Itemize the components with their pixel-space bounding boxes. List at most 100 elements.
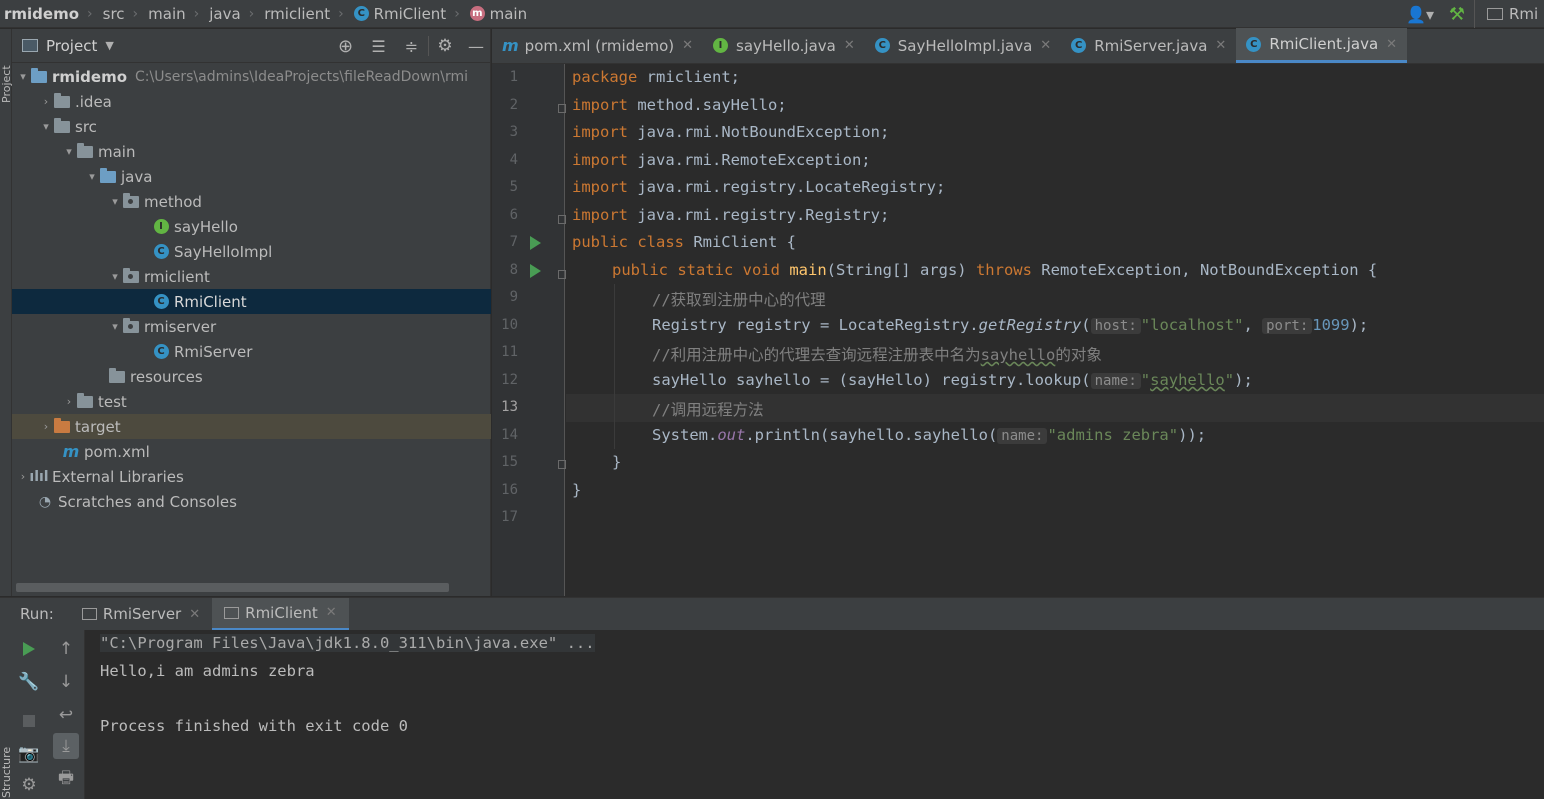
code-line: public static void main(String[] args) t…	[612, 261, 1378, 279]
code-line: import java.rmi.registry.Registry;	[572, 206, 890, 224]
breadcrumb-src[interactable]: src	[99, 0, 129, 28]
tree-item-resources[interactable]: resources	[12, 364, 491, 389]
tab-rmiserver-java[interactable]: C RmiServer.java ✕	[1061, 28, 1236, 63]
collapse-all-icon[interactable]: ≑	[395, 37, 428, 56]
chevron-down-icon[interactable]: ▾	[62, 145, 76, 158]
chevron-right-icon[interactable]: ›	[62, 395, 76, 408]
tree-item-method[interactable]: ▾ method	[12, 189, 491, 214]
tree-item-scratches[interactable]: ◔ Scratches and Consoles	[12, 489, 491, 514]
fold-icon[interactable]	[558, 104, 566, 113]
tree-item-external-libraries[interactable]: › ılıl External Libraries	[12, 464, 491, 489]
line-number: 8	[509, 262, 518, 278]
close-icon[interactable]: ✕	[1215, 38, 1226, 53]
tab-rmiclient-java[interactable]: C RmiClient.java ✕	[1236, 28, 1408, 63]
fold-icon[interactable]	[558, 460, 566, 469]
breadcrumb-main[interactable]: main	[144, 0, 189, 28]
horizontal-scrollbar[interactable]	[16, 583, 449, 592]
tree-item-label: rmiclient	[144, 267, 210, 286]
tab-sayhello-java[interactable]: IsayHello.java ✕	[703, 28, 865, 63]
soft-wrap-icon[interactable]: ↩	[53, 702, 79, 728]
breadcrumb-java[interactable]: java	[205, 0, 244, 28]
run-config-selector[interactable]: Rmi	[1474, 0, 1544, 28]
arrow-down-icon[interactable]: ↓	[53, 669, 79, 695]
chevron-down-icon[interactable]: ▾	[16, 70, 30, 83]
close-icon[interactable]: ✕	[844, 38, 855, 53]
close-icon[interactable]: ✕	[682, 38, 693, 53]
tab-sayhelloimpl-java[interactable]: C SayHelloImpl.java ✕	[865, 28, 1061, 63]
minimize-icon[interactable]: —	[461, 37, 491, 56]
close-icon[interactable]: ✕	[189, 607, 200, 622]
fold-icon[interactable]	[558, 215, 566, 224]
chevron-down-icon[interactable]: ▾	[108, 270, 122, 283]
chevron-right-icon[interactable]: ›	[39, 95, 53, 108]
chevron-down-icon[interactable]: ▼	[105, 39, 113, 52]
resources-folder-icon	[108, 367, 126, 385]
tool-window-strip: Project	[0, 29, 13, 596]
project-view-selector[interactable]: Project	[46, 37, 97, 55]
tree-item-test[interactable]: › test	[12, 389, 491, 414]
chevron-right-icon[interactable]: ›	[16, 470, 30, 483]
breadcrumb-rmiclient-class[interactable]: C RmiClient	[350, 0, 450, 28]
run-tab-rmiserver[interactable]: RmiServer ✕	[70, 598, 212, 631]
tree-item-label: sayHello	[174, 217, 238, 236]
chevron-down-icon[interactable]: ▾	[39, 120, 53, 133]
scroll-to-end-icon[interactable]: ⤓	[53, 733, 79, 759]
gear-icon[interactable]: ⚙	[428, 36, 461, 56]
tree-item-rmiclient[interactable]: ▾ rmiclient	[12, 264, 491, 289]
build-hammer-icon[interactable]: ⚒	[1440, 4, 1474, 25]
close-icon[interactable]: ✕	[1040, 38, 1051, 53]
locate-icon[interactable]: ⊕	[329, 36, 362, 57]
wrench-icon[interactable]: 🔧	[16, 669, 42, 695]
arrow-up-icon[interactable]: ↑	[53, 636, 79, 662]
print-icon[interactable]: 🖶	[53, 766, 79, 792]
line-number: 2	[509, 97, 518, 113]
expand-all-icon[interactable]: ☰	[362, 37, 395, 56]
chevron-down-icon[interactable]: ▾	[108, 195, 122, 208]
tree-item-sayhelloimpl[interactable]: C SayHelloImpl	[12, 239, 491, 264]
folder-icon	[53, 92, 71, 110]
tree-item-java[interactable]: ▾ java	[12, 164, 491, 189]
project-tool-window-button[interactable]: Project	[0, 33, 13, 103]
console-line: Process finished with exit code 0	[100, 717, 408, 735]
run-main-icon[interactable]	[530, 264, 541, 278]
camera-icon[interactable]: 📷	[16, 741, 42, 767]
close-icon[interactable]: ✕	[326, 605, 337, 620]
stop-icon[interactable]	[16, 708, 42, 734]
structure-tool-window-button[interactable]: Structure	[0, 730, 13, 798]
tree-item-sayhello[interactable]: I sayHello	[12, 214, 491, 239]
tree-item-rmiserver-class[interactable]: C RmiServer	[12, 339, 491, 364]
breadcrumb-rmiclient[interactable]: rmiclient	[260, 0, 334, 28]
breadcrumb-main-method[interactable]: m main	[466, 0, 531, 28]
tree-item-path: C:\Users\admins\IdeaProjects\fileReadDow…	[135, 68, 469, 85]
run-tab-rmiclient[interactable]: RmiClient ✕	[212, 597, 349, 631]
user-icon[interactable]: 👤▾	[1400, 5, 1440, 24]
tree-item-idea[interactable]: › .idea	[12, 89, 491, 114]
tree-item-label: .idea	[75, 92, 112, 111]
code-line: sayHello sayhello = (sayHello) registry.…	[652, 371, 1253, 389]
parameter-hint: host:	[1090, 318, 1141, 334]
excluded-folder-icon	[53, 417, 71, 435]
tree-item-main[interactable]: ▾ main	[12, 139, 491, 164]
breadcrumb-rmidemo[interactable]: rmidemo	[0, 0, 83, 28]
chevron-right-icon[interactable]: ›	[39, 420, 53, 433]
tree-item-rmiserver[interactable]: ▾ rmiserver	[12, 314, 491, 339]
fold-icon[interactable]	[558, 270, 566, 279]
tree-item-label: target	[75, 417, 121, 436]
tab-pom-xml[interactable]: m pom.xml (rmidemo) ✕	[492, 28, 703, 63]
tree-item-target[interactable]: › target	[12, 414, 491, 439]
close-icon[interactable]: ✕	[1386, 37, 1397, 52]
settings-icon[interactable]: ⚙	[16, 772, 42, 798]
rerun-icon[interactable]	[16, 636, 42, 662]
console-output[interactable]: "C:\Program Files\Java\jdk1.8.0_311\bin\…	[86, 630, 1544, 799]
line-number: 12	[501, 372, 518, 388]
tree-item-src[interactable]: ▾ src	[12, 114, 491, 139]
tree-item-rmiclient-class[interactable]: C RmiClient	[12, 289, 491, 314]
tree-item-pom[interactable]: m pom.xml	[12, 439, 491, 464]
chevron-down-icon[interactable]: ▾	[85, 170, 99, 183]
line-number: 9	[509, 289, 518, 305]
run-class-icon[interactable]	[530, 236, 541, 250]
tree-item-rmidemo[interactable]: ▾ rmidemo C:\Users\admins\IdeaProjects\f…	[12, 64, 491, 89]
code-editor[interactable]: package rmiclient; import method.sayHell…	[566, 64, 1544, 596]
tree-item-label: rmiserver	[144, 317, 217, 336]
chevron-down-icon[interactable]: ▾	[108, 320, 122, 333]
